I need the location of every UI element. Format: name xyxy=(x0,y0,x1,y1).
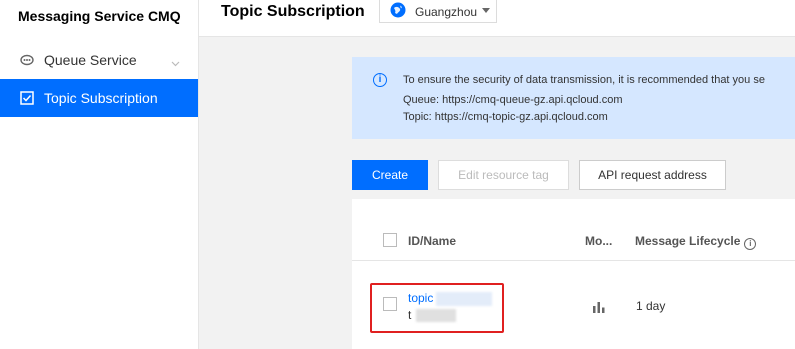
column-header-message-lifecycle: Message Lifecycle i xyxy=(635,234,757,250)
sidebar-item-topic-subscription[interactable]: Topic Subscription xyxy=(0,79,198,117)
page-header: Topic Subscription Guangzhou xyxy=(199,0,795,37)
region-select[interactable]: Guangzhou xyxy=(379,0,497,23)
column-header-id-name[interactable]: ID/Name xyxy=(408,234,456,248)
select-all-checkbox[interactable] xyxy=(383,233,397,247)
region-label: Guangzhou xyxy=(415,5,478,19)
sidebar: Messaging Service CMQ Queue Service Topi… xyxy=(0,0,199,349)
table-header: ID/Name Mo... Message Lifecycle i xyxy=(352,220,795,261)
sidebar-item-label: Queue Service xyxy=(44,52,137,68)
sidebar-item-queue-service[interactable]: Queue Service xyxy=(0,41,198,79)
bar-chart-icon[interactable] xyxy=(592,300,606,318)
notice-text: To ensure the security of data transmiss… xyxy=(403,74,765,86)
queue-icon xyxy=(19,52,35,68)
help-icon[interactable]: i xyxy=(744,238,757,250)
globe-icon xyxy=(390,2,406,18)
app-title: Messaging Service CMQ xyxy=(18,8,181,24)
highlight-box xyxy=(370,283,504,333)
security-notice: i To ensure the security of data transmi… xyxy=(352,57,795,139)
notice-queue-url: Queue: https://cmq-queue-gz.api.qcloud.c… xyxy=(403,94,623,106)
edit-resource-tag-button[interactable]: Edit resource tag xyxy=(438,160,569,190)
column-header-label: Message Lifecycle xyxy=(635,234,741,248)
caret-down-icon xyxy=(482,8,490,13)
chevron-down-icon[interactable] xyxy=(171,54,180,70)
info-icon: i xyxy=(373,73,387,87)
notice-topic-url: Topic: https://cmq-topic-gz.api.qcloud.c… xyxy=(403,111,608,123)
checkbox-icon xyxy=(19,90,35,106)
sidebar-item-label: Topic Subscription xyxy=(44,90,158,106)
page-title: Topic Subscription xyxy=(221,3,365,20)
message-lifecycle-value: 1 day xyxy=(636,299,666,313)
api-request-address-button[interactable]: API request address xyxy=(579,160,726,190)
create-button[interactable]: Create xyxy=(352,160,428,190)
column-header-monitor[interactable]: Mo... xyxy=(585,234,612,248)
